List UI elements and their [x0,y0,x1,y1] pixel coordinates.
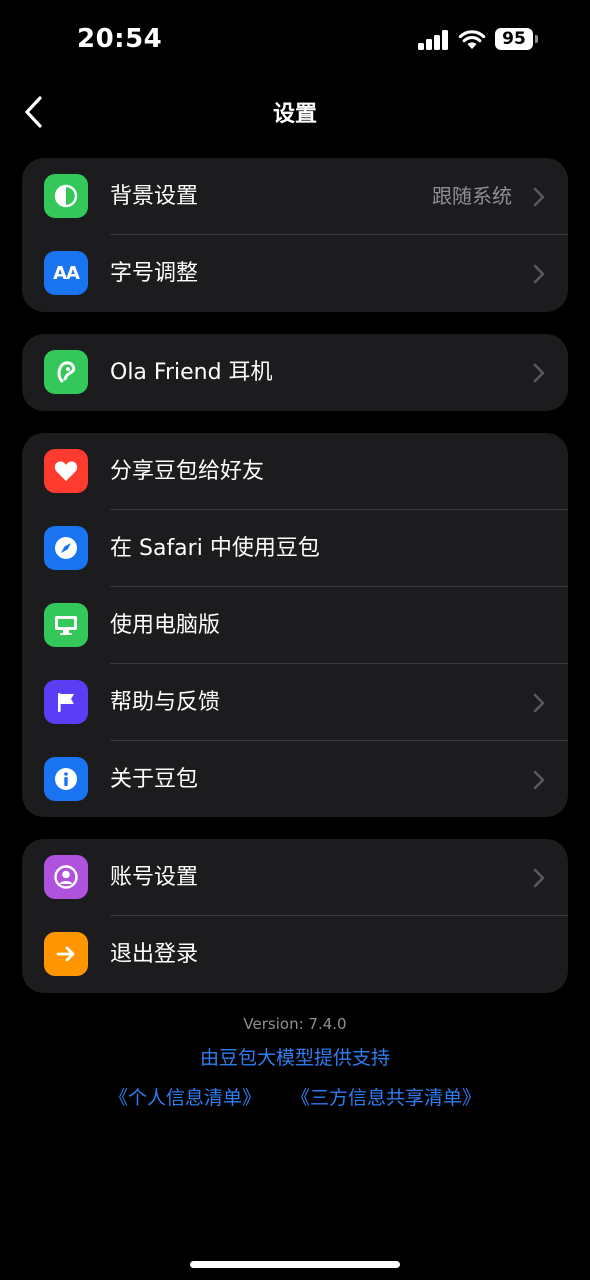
general-group: 分享豆包给好友 在 Safari 中使用豆包 使用电脑版 帮助与反馈 关于豆包 [22,433,568,817]
contrast-icon [44,174,88,218]
ola-friend-label: Ola Friend 耳机 [110,360,273,385]
page-title: 设置 [272,102,317,127]
share-label: 分享豆包给好友 [110,459,265,484]
earphone-icon [44,350,88,394]
safari-row[interactable]: 在 Safari 中使用豆包 [22,510,568,587]
ola-friend-row[interactable]: Ola Friend 耳机 [22,334,568,411]
chevron-right-icon [533,363,545,383]
appearance-group: 背景设置 跟随系统 AA 字号调整 [22,158,568,312]
desktop-label: 使用电脑版 [110,613,221,638]
battery-indicator: 95 [495,28,533,50]
about-label: 关于豆包 [110,767,199,792]
account-settings-row[interactable]: 账号设置 [22,839,568,916]
logout-row[interactable]: 退出登录 [22,916,568,993]
logout-label: 退出登录 [110,942,199,967]
compass-icon [44,526,88,570]
status-bar: 20:54 95 [0,0,590,80]
chevron-right-icon [533,187,545,207]
chevron-right-icon [533,264,545,284]
monitor-icon [44,603,88,647]
signal-icon [418,30,450,50]
device-group: Ola Friend 耳机 [22,334,568,411]
chevron-right-icon [533,770,545,790]
about-row[interactable]: 关于豆包 [22,741,568,817]
heart-icon [44,449,88,493]
feedback-row[interactable]: 帮助与反馈 [22,664,568,741]
personal-info-list-link[interactable]: 《个人信息清单》 [109,1087,261,1109]
background-settings-row[interactable]: 背景设置 跟随系统 [22,158,568,235]
background-settings-label: 背景设置 [110,184,199,209]
feedback-label: 帮助与反馈 [110,690,221,715]
flag-icon [44,680,88,724]
desktop-row[interactable]: 使用电脑版 [22,587,568,664]
account-group: 账号设置 退出登录 [22,839,568,993]
status-time: 20:54 [77,24,163,54]
wifi-icon [458,30,486,49]
home-indicator[interactable] [190,1261,400,1268]
share-row[interactable]: 分享豆包给好友 [22,433,568,510]
user-circle-icon [44,855,88,899]
model-support-link[interactable]: 由豆包大模型提供支持 [0,1043,590,1070]
safari-label: 在 Safari 中使用豆包 [110,536,320,561]
arrow-right-icon [44,932,88,976]
chevron-right-icon [533,868,545,888]
account-settings-label: 账号设置 [110,865,199,890]
navigation-bar: 设置 [0,80,590,144]
font-size-label: 字号调整 [110,261,199,286]
font-size-row[interactable]: AA 字号调整 [22,235,568,312]
battery-tip [535,35,538,43]
chevron-right-icon [533,693,545,713]
info-icon [44,757,88,801]
background-settings-value: 跟随系统 [432,184,512,208]
third-party-list-link[interactable]: 《三方信息共享清单》 [291,1087,481,1109]
version-text: Version: 7.4.0 [243,1015,347,1033]
font-size-icon: AA [44,251,88,295]
footer-links: 《个人信息清单》 《三方信息共享清单》 [0,1083,590,1110]
